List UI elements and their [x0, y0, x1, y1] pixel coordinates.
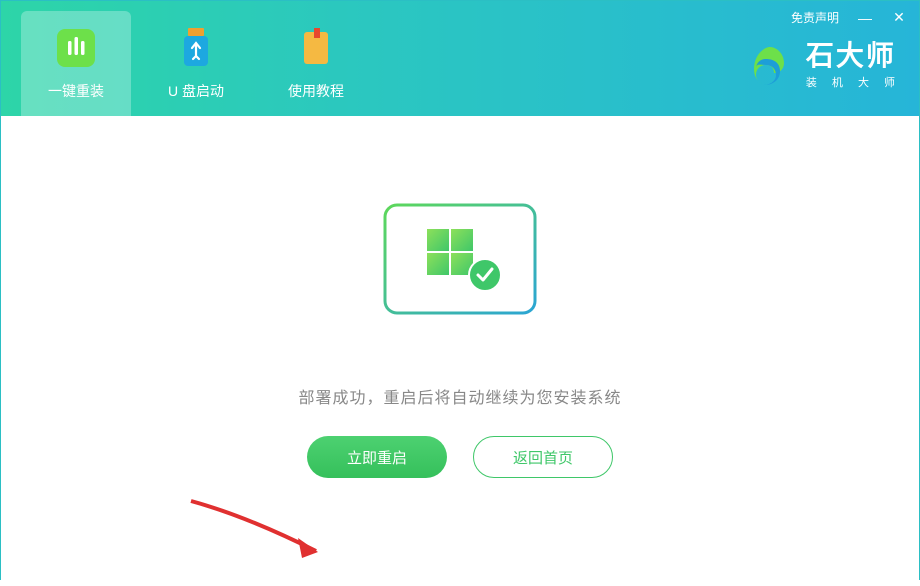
tab-reinstall[interactable]: 一键重装 [21, 11, 131, 116]
success-illustration [375, 199, 545, 354]
brand-title: 石大师 [806, 41, 901, 72]
status-message: 部署成功，重启后将自动继续为您安装系统 [298, 384, 621, 408]
brand-logo-icon [746, 41, 794, 89]
main-content: 部署成功，重启后将自动继续为您安装系统 立即重启 返回首页 [1, 116, 919, 581]
window-controls: 免责声明 — ✕ [791, 9, 907, 26]
nav-tabs: 一键重装 U 盘启动 使用教程 [1, 1, 371, 116]
tab-usb-boot[interactable]: U 盘启动 [141, 11, 251, 116]
brand-subtitle: 装 机 大 师 [806, 74, 901, 90]
action-buttons: 立即重启 返回首页 [307, 436, 613, 478]
tab-label: 一键重装 [48, 81, 104, 101]
minimize-button[interactable]: — [857, 10, 873, 26]
restart-button[interactable]: 立即重启 [307, 436, 447, 478]
tab-label: U 盘启动 [168, 81, 224, 101]
annotation-arrow-icon [186, 496, 346, 586]
tab-tutorial[interactable]: 使用教程 [261, 11, 371, 116]
bars-icon [55, 27, 97, 69]
home-button[interactable]: 返回首页 [473, 436, 613, 478]
brand: 石大师 装 机 大 师 [746, 41, 901, 90]
close-button[interactable]: ✕ [891, 9, 907, 26]
tab-label: 使用教程 [288, 81, 344, 101]
brand-text: 石大师 装 机 大 师 [806, 41, 901, 90]
disclaimer-link[interactable]: 免责声明 [791, 9, 839, 26]
usb-icon [175, 27, 217, 69]
app-header: 一键重装 U 盘启动 使用教程 免责声明 — ✕ [1, 1, 919, 116]
book-icon [295, 27, 337, 69]
